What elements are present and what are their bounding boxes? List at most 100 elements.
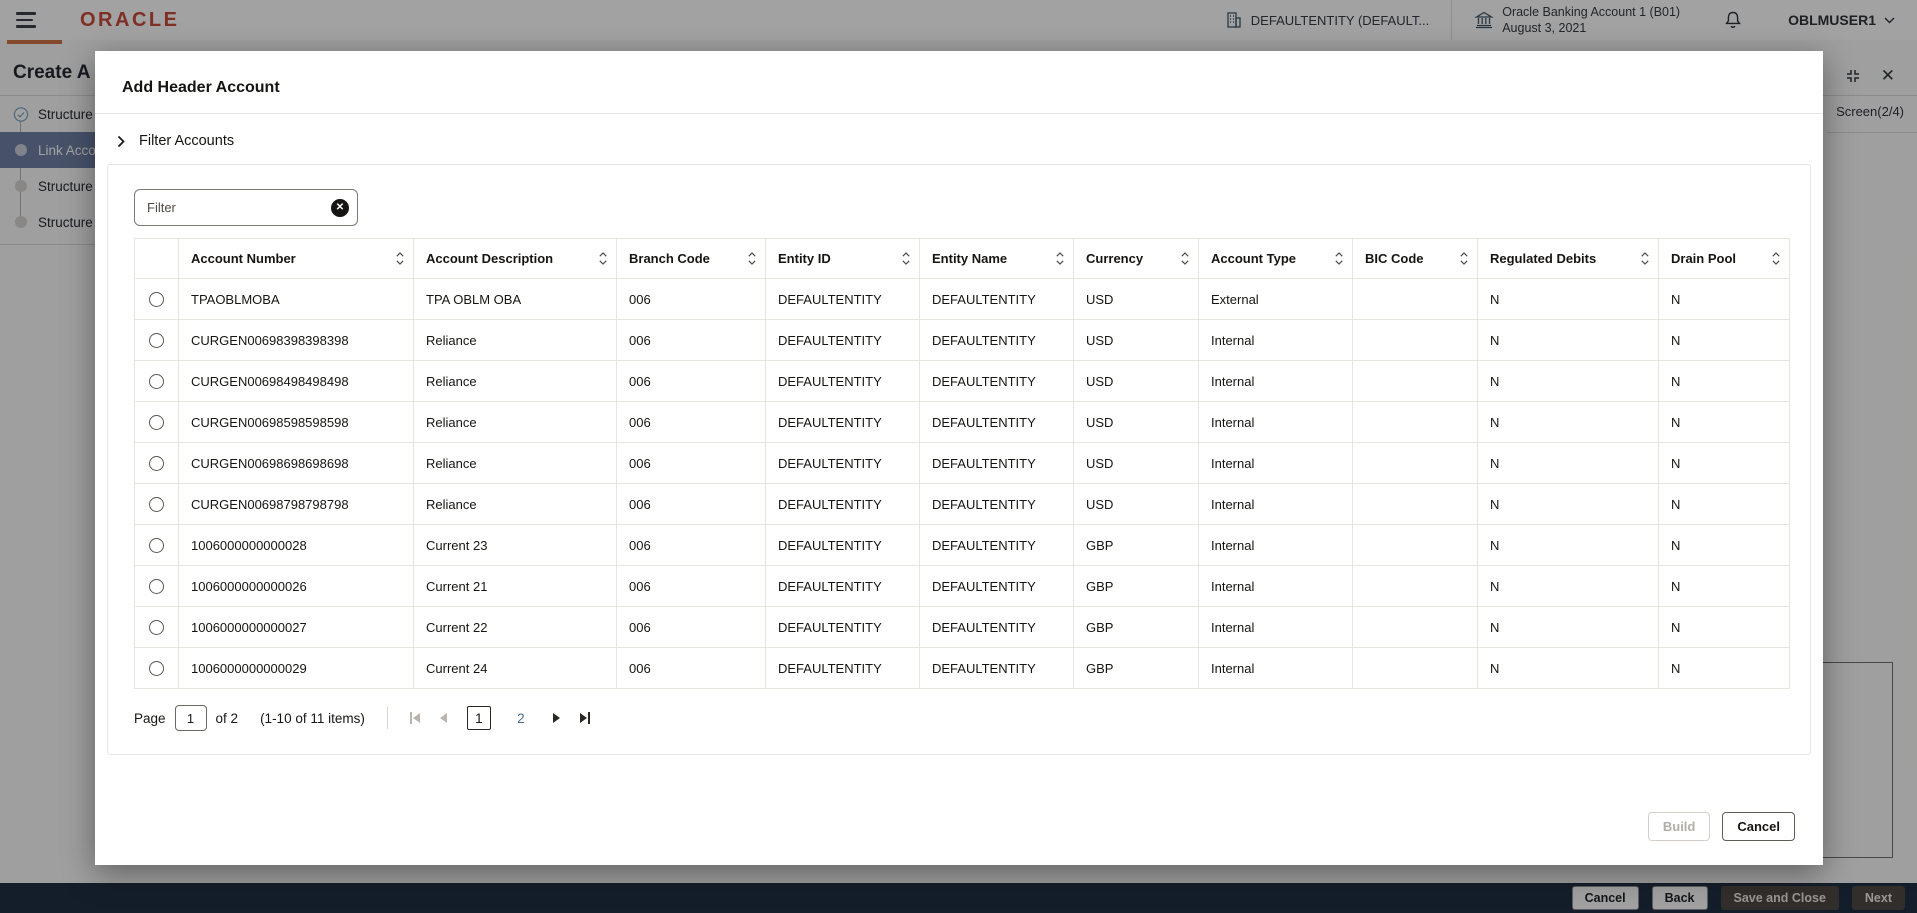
table-cell: N	[1658, 647, 1790, 689]
table-cell: Internal	[1198, 401, 1353, 443]
next-page-icon[interactable]	[552, 713, 560, 723]
sort-icon[interactable]	[1771, 251, 1781, 266]
table-cell: N	[1658, 401, 1790, 443]
table-cell: DEFAULTENTITY	[765, 360, 920, 402]
table-cell: USD	[1073, 319, 1199, 361]
sort-icon[interactable]	[395, 251, 405, 266]
column-header[interactable]: Entity ID	[765, 238, 920, 279]
table-row: CURGEN00698498498498 Reliance 006 DEFAULTEN…	[134, 360, 1790, 402]
pagination-divider	[386, 707, 388, 729]
row-select-radio[interactable]	[149, 456, 164, 472]
table-cell: USD	[1073, 360, 1199, 402]
table-cell: Internal	[1198, 319, 1353, 361]
column-header[interactable]: Entity Name	[919, 238, 1074, 279]
table-cell: N	[1477, 442, 1659, 484]
table-cell: Reliance	[413, 442, 617, 484]
table-cell: N	[1658, 483, 1790, 525]
table-cell: N	[1477, 647, 1659, 689]
row-select-radio[interactable]	[149, 579, 164, 595]
table-cell: DEFAULTENTITY	[765, 442, 920, 484]
table-cell: CURGEN00698598598598	[178, 401, 414, 443]
column-header-label: Drain Pool	[1671, 251, 1737, 266]
page-button-1[interactable]: 1	[466, 706, 491, 730]
page-number-input[interactable]	[174, 705, 207, 731]
column-header[interactable]: Branch Code	[616, 238, 766, 279]
table-cell: DEFAULTENTITY	[919, 401, 1074, 443]
add-header-account-modal: Add Header Account Filter Accounts ✕ Acc…	[95, 51, 1823, 865]
table-cell: 006	[616, 647, 766, 689]
row-select-radio[interactable]	[149, 661, 164, 677]
last-page-icon[interactable]	[579, 712, 590, 724]
table-cell: N	[1658, 606, 1790, 648]
column-header-label: Branch Code	[629, 251, 710, 266]
table-cell: N	[1477, 524, 1659, 566]
table-cell: 006	[616, 483, 766, 525]
column-header-label: Entity Name	[932, 251, 1008, 266]
sort-icon[interactable]	[747, 251, 757, 266]
row-select-radio[interactable]	[149, 333, 164, 349]
row-select-radio[interactable]	[149, 292, 164, 308]
table-cell	[1352, 647, 1478, 689]
clear-filter-icon[interactable]: ✕	[331, 198, 349, 217]
table-cell: DEFAULTENTITY	[919, 278, 1074, 320]
table-cell	[1352, 401, 1478, 443]
sort-icon[interactable]	[901, 251, 911, 266]
column-header[interactable]: Currency	[1073, 238, 1199, 279]
table-row: 1006000000000029 Current 24 006 DEFAULTENTI…	[134, 647, 1790, 689]
row-select-radio[interactable]	[149, 497, 164, 513]
column-header[interactable]: Regulated Debits	[1477, 238, 1659, 279]
table-cell: CURGEN00698698698698	[178, 442, 414, 484]
build-button[interactable]: Build	[1647, 812, 1711, 841]
sort-icon[interactable]	[598, 251, 608, 266]
filter-accounts-toggle[interactable]: Filter Accounts	[117, 133, 337, 149]
column-header[interactable]: Account Type	[1198, 238, 1353, 279]
table-cell: N	[1658, 319, 1790, 361]
table-cell: Internal	[1198, 524, 1353, 566]
table-cell: CURGEN00698398398398	[178, 319, 414, 361]
table-cell: DEFAULTENTITY	[919, 565, 1074, 607]
filter-accounts-label: Filter Accounts	[139, 133, 235, 149]
table-cell: Reliance	[413, 483, 617, 525]
page-button-2[interactable]: 2	[509, 706, 533, 730]
row-select-radio[interactable]	[149, 538, 164, 554]
row-select-radio[interactable]	[149, 620, 164, 636]
sort-icon[interactable]	[1055, 251, 1065, 266]
column-header[interactable]: BIC Code	[1352, 238, 1478, 279]
table-cell	[1352, 442, 1478, 484]
table-cell: Internal	[1198, 483, 1353, 525]
table-cell: USD	[1073, 278, 1199, 320]
accounts-panel: ✕ Account Number Account Description Branc…	[107, 164, 1811, 755]
column-header[interactable]: Account Description	[413, 238, 617, 279]
table-cell: DEFAULTENTITY	[765, 483, 920, 525]
items-count-label: (1-10 of 11 items)	[260, 710, 365, 726]
row-select-radio[interactable]	[149, 374, 164, 390]
table-cell: N	[1658, 524, 1790, 566]
radio-column-header	[134, 238, 179, 279]
table-cell: TPA OBLM OBA	[413, 278, 617, 320]
table-row: CURGEN00698698698698 Reliance 006 DEFAULTEN…	[134, 442, 1790, 484]
row-select-radio[interactable]	[149, 415, 164, 431]
table-cell: 006	[616, 565, 766, 607]
modal-cancel-button[interactable]: Cancel	[1722, 812, 1795, 841]
column-header[interactable]: Account Number	[178, 238, 414, 279]
sort-icon[interactable]	[1459, 251, 1469, 266]
pagination: Page of 2 (1-10 of 11 items) 12	[134, 702, 590, 734]
previous-page-icon[interactable]	[439, 713, 447, 723]
table-cell	[1352, 319, 1478, 361]
sort-icon[interactable]	[1180, 251, 1190, 266]
filter-input[interactable]	[134, 189, 358, 226]
table-cell: USD	[1073, 483, 1199, 525]
table-cell: DEFAULTENTITY	[765, 606, 920, 648]
sort-icon[interactable]	[1334, 251, 1344, 266]
table-cell: 1006000000000027	[178, 606, 414, 648]
column-header-label: Account Description	[426, 251, 554, 266]
sort-icon[interactable]	[1640, 251, 1650, 266]
modal-title: Add Header Account	[122, 79, 280, 96]
column-header[interactable]: Drain Pool	[1658, 238, 1790, 279]
table-cell: 006	[616, 401, 766, 443]
first-page-icon[interactable]	[409, 712, 420, 724]
table-cell: Internal	[1198, 360, 1353, 402]
column-header-label: Entity ID	[778, 251, 831, 266]
table-cell: N	[1658, 360, 1790, 402]
column-header-label: Account Number	[191, 251, 296, 266]
